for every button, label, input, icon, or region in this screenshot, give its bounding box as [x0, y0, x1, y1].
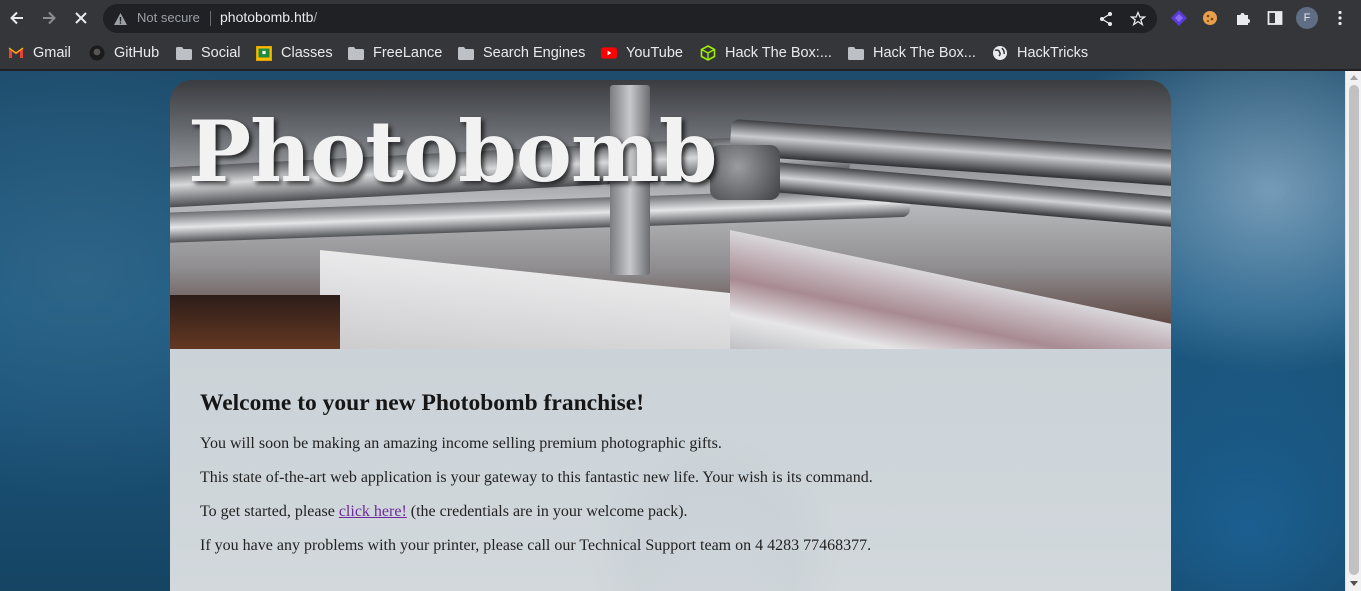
folder-icon	[848, 45, 864, 61]
profile-avatar[interactable]: F	[1296, 7, 1318, 29]
bookmark-gmail[interactable]: Gmail	[8, 42, 71, 64]
omnibox-divider	[210, 11, 211, 26]
scroll-up-arrow-icon[interactable]	[1350, 75, 1358, 80]
url-path: /	[313, 9, 318, 25]
bookmark-label: Hack The Box:...	[725, 45, 832, 61]
bookmark-label: Search Engines	[483, 45, 586, 61]
site-title: Photobomb	[188, 102, 717, 201]
extension-cookie-icon[interactable]	[1199, 7, 1221, 29]
press-gear	[710, 145, 780, 200]
bookmark-hackthebox-app[interactable]: Hack The Box:...	[700, 42, 832, 64]
side-panel-icon[interactable]	[1264, 7, 1286, 29]
page-scrollbar[interactable]	[1345, 71, 1361, 591]
bookmark-hacktricks[interactable]: HackTricks	[992, 42, 1088, 64]
get-started-text: To get started, please	[200, 503, 339, 520]
classroom-icon	[256, 45, 272, 61]
url-text[interactable]: photobomb.htb/	[220, 9, 317, 25]
bookmark-label: Hack The Box...	[873, 45, 976, 61]
credentials-text: (the credentials are in your welcome pac…	[406, 503, 688, 520]
bookmark-search-engines[interactable]: Search Engines	[458, 42, 585, 64]
bookmark-freelance[interactable]: FreeLance	[348, 42, 442, 64]
menu-kebab-icon[interactable]	[1329, 7, 1351, 29]
content-section: Welcome to your new Photobomb franchise!…	[170, 349, 1171, 591]
browser-toolbar: Not secure photobomb.htb/ F	[0, 0, 1361, 36]
bookmark-github[interactable]: GitHub	[89, 42, 159, 64]
globe-icon	[992, 45, 1008, 61]
gateway-paragraph: This state of-the-art web application is…	[200, 469, 873, 486]
security-status-label[interactable]: Not secure	[137, 10, 200, 25]
bookmark-youtube[interactable]: YouTube	[601, 42, 683, 64]
extension-purple-icon[interactable]	[1168, 7, 1190, 29]
header-banner: Photobomb	[170, 80, 1171, 349]
forward-button[interactable]	[37, 6, 61, 30]
scroll-thumb[interactable]	[1349, 85, 1359, 575]
url-host: photobomb.htb	[220, 9, 314, 25]
intro-paragraph: You will soon be making an amazing incom…	[200, 435, 722, 452]
stop-loading-button[interactable]	[69, 6, 93, 30]
bookmark-hackthebox-folder[interactable]: Hack The Box...	[848, 42, 976, 64]
folder-icon	[348, 45, 364, 61]
bookmark-classes[interactable]: Classes	[256, 42, 333, 64]
scroll-down-arrow-icon[interactable]	[1350, 581, 1358, 586]
arrow-right-icon	[43, 11, 56, 25]
press-base	[170, 295, 340, 349]
bookmark-label: Social	[201, 45, 241, 61]
youtube-icon	[601, 45, 617, 61]
warning-triangle-icon[interactable]	[113, 11, 128, 30]
arrow-left-icon	[10, 11, 23, 25]
close-icon	[75, 12, 87, 24]
bookmark-label: FreeLance	[373, 45, 443, 61]
folder-icon	[176, 45, 192, 61]
click-here-link[interactable]: click here!	[339, 503, 407, 520]
back-button[interactable]	[5, 6, 29, 30]
page-viewport: Photobomb Welcome to your new Photobomb …	[0, 71, 1345, 591]
bookmark-star-icon[interactable]	[1129, 10, 1147, 28]
bookmark-label: YouTube	[626, 45, 683, 61]
share-icon[interactable]	[1097, 10, 1115, 28]
address-bar[interactable]: Not secure photobomb.htb/	[103, 4, 1157, 33]
bookmark-label: Classes	[281, 45, 333, 61]
bookmark-social[interactable]: Social	[176, 42, 241, 64]
extensions-puzzle-icon[interactable]	[1232, 7, 1254, 29]
gmail-icon	[8, 45, 24, 61]
bookmark-label: Gmail	[33, 45, 71, 61]
newspaper-sheet	[730, 230, 1171, 349]
bookmarks-bar: Gmail GitHub Social Classes FreeLance Se…	[0, 36, 1361, 70]
bookmark-label: GitHub	[114, 45, 160, 61]
github-icon	[89, 45, 105, 61]
support-paragraph: If you have any problems with your print…	[200, 537, 872, 554]
hackthebox-icon	[700, 45, 716, 61]
folder-icon	[458, 45, 474, 61]
get-started-paragraph: To get started, please click here! (the …	[200, 503, 688, 521]
welcome-heading: Welcome to your new Photobomb franchise!	[200, 390, 645, 416]
bookmark-label: HackTricks	[1017, 45, 1089, 61]
main-container: Photobomb Welcome to your new Photobomb …	[170, 80, 1171, 591]
